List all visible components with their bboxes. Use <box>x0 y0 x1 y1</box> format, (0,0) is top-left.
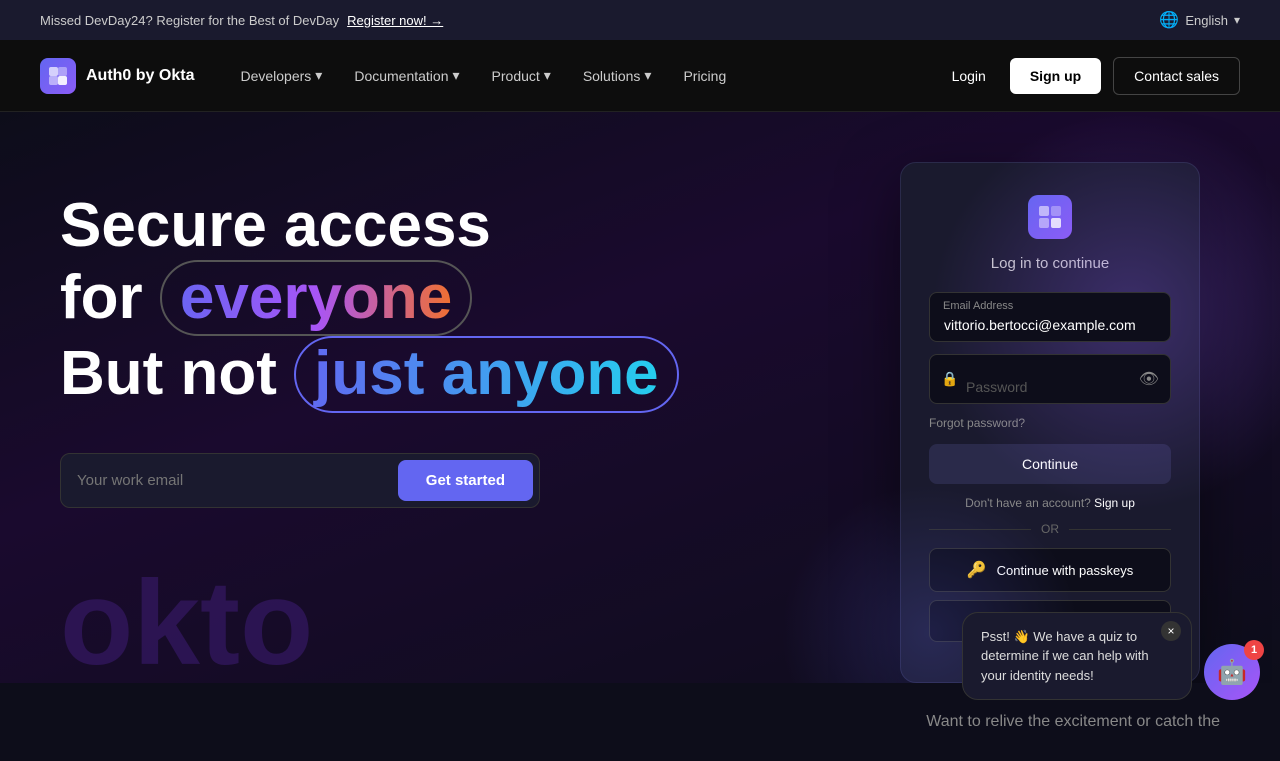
partial-brand-text: okto <box>60 563 313 683</box>
chevron-icon: ▾ <box>315 67 322 84</box>
chat-badge: 1 <box>1244 640 1264 660</box>
email-field-group: Email Address <box>929 292 1171 342</box>
password-field-group: 🔒 👁 <box>929 354 1171 404</box>
lock-icon: 🔒 <box>941 371 958 388</box>
navbar: Auth0 by Okta Developers ▾ Documentation… <box>0 40 1280 112</box>
contact-button[interactable]: Contact sales <box>1113 57 1240 95</box>
hero-line3: But not just anyone <box>60 336 900 412</box>
login-logo-icon <box>1028 195 1072 239</box>
hero-title: Secure access for everyone But not just … <box>60 192 900 413</box>
email-label: Email Address <box>943 300 1013 312</box>
password-field[interactable] <box>929 354 1171 404</box>
chevron-icon: ▾ <box>544 67 551 84</box>
bottom-text: Want to relive the excitement or catch t… <box>926 713 1220 730</box>
or-text: OR <box>1041 522 1059 536</box>
logo-icon <box>40 58 76 94</box>
forgot-password-link[interactable]: Forgot password? <box>929 416 1171 430</box>
continue-button[interactable]: Continue <box>929 444 1171 484</box>
chat-widget: × Psst! 👋 We have a quiz to determine if… <box>962 612 1260 701</box>
hero-left: Secure access for everyone But not just … <box>60 172 900 508</box>
or-line-left <box>929 529 1031 530</box>
nav-product[interactable]: Product ▾ <box>478 59 565 92</box>
banner-link[interactable]: Register now! → <box>347 13 443 28</box>
hero-section: Secure access for everyone But not just … <box>0 112 1280 683</box>
or-line-right <box>1069 529 1171 530</box>
banner-message: Missed DevDay24? Register for the Best o… <box>40 13 339 28</box>
hero-line2: for everyone <box>60 260 900 336</box>
chat-bubble[interactable]: × Psst! 👋 We have a quiz to determine if… <box>962 612 1192 701</box>
work-email-input[interactable] <box>77 472 398 489</box>
nav-actions: Login Sign up Contact sales <box>940 57 1240 95</box>
logo-text: Auth0 by Okta <box>86 67 194 85</box>
nav-developers[interactable]: Developers ▾ <box>226 59 336 92</box>
login-logo <box>929 195 1171 239</box>
nav-solutions[interactable]: Solutions ▾ <box>569 59 666 92</box>
email-cta-row: Get started <box>60 453 540 508</box>
passkeys-button[interactable]: 🔑 Continue with passkeys <box>929 548 1171 592</box>
chevron-down-icon: ▾ <box>1234 13 1240 27</box>
language-label: English <box>1185 13 1228 28</box>
chevron-icon: ▾ <box>644 67 651 84</box>
passkeys-icon: 🔑 <box>967 560 987 580</box>
nav-pricing[interactable]: Pricing <box>669 60 740 92</box>
login-button[interactable]: Login <box>940 60 998 92</box>
no-account-text: Don't have an account? Sign up <box>929 496 1171 510</box>
hero-right: Log in to continue Email Address 🔒 👁 For… <box>900 162 1200 683</box>
top-banner: Missed DevDay24? Register for the Best o… <box>0 0 1280 40</box>
banner-left: Missed DevDay24? Register for the Best o… <box>40 13 443 28</box>
login-card: Log in to continue Email Address 🔒 👁 For… <box>900 162 1200 683</box>
chat-avatar[interactable]: 🤖 1 <box>1204 644 1260 700</box>
chevron-icon: ▾ <box>453 67 460 84</box>
chat-close-button[interactable]: × <box>1161 621 1181 641</box>
chat-message: Psst! 👋 We have a quiz to determine if w… <box>981 629 1149 683</box>
sign-up-link[interactable]: Sign up <box>1094 496 1135 510</box>
globe-icon: 🌐 <box>1159 10 1179 30</box>
or-divider: OR <box>929 522 1171 536</box>
logo[interactable]: Auth0 by Okta <box>40 58 194 94</box>
show-password-icon[interactable]: 👁 <box>1139 369 1159 389</box>
signup-button[interactable]: Sign up <box>1010 58 1101 94</box>
hero-everyone-highlight: everyone <box>160 260 472 336</box>
get-started-button[interactable]: Get started <box>398 460 533 501</box>
language-selector[interactable]: 🌐 English ▾ <box>1159 10 1240 30</box>
hero-just-anyone-highlight: just anyone <box>294 336 679 412</box>
chat-bot-icon: 🤖 <box>1217 658 1247 687</box>
nav-documentation[interactable]: Documentation ▾ <box>340 59 473 92</box>
hero-line1: Secure access <box>60 192 900 260</box>
login-title: Log in to continue <box>929 255 1171 272</box>
nav-links: Developers ▾ Documentation ▾ Product ▾ S… <box>226 59 939 92</box>
